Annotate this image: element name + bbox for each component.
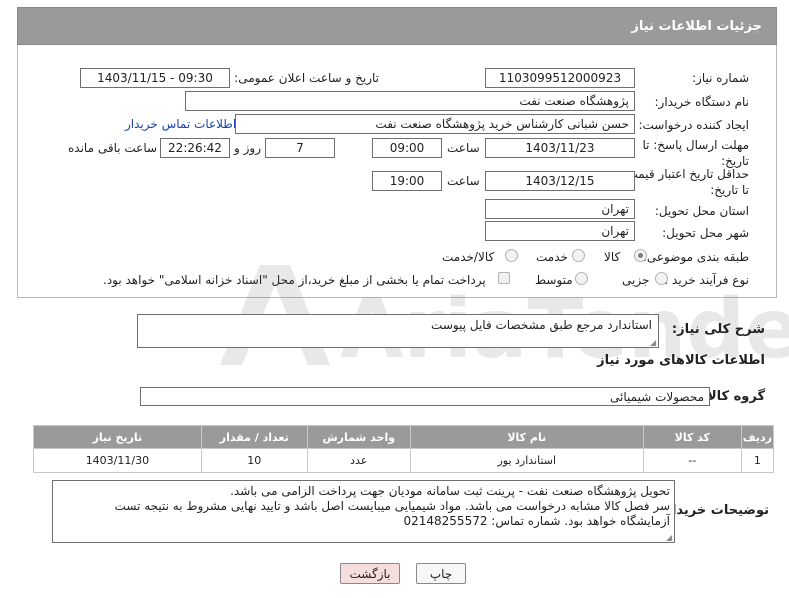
buyer-notes-line: آزمایشگاه خواهد بود. شماره تماس: 0214825… xyxy=(403,514,670,528)
table-row[interactable]: 1 -- استاندارد یور عدد 10 1403/11/30 xyxy=(33,448,775,473)
need-number-field[interactable]: 1103099512000923 xyxy=(485,68,635,88)
cell-row-number: 1 xyxy=(740,448,775,473)
province-label: استان محل تحویل: xyxy=(654,204,749,218)
back-button[interactable]: بازگشت xyxy=(340,563,400,584)
cell-unit: عدد xyxy=(306,448,411,473)
table-header-row: ردیف کد کالا نام کالا واحد شمارش تعداد /… xyxy=(33,425,775,449)
cell-goods-code: -- xyxy=(642,448,742,473)
buyer-notes-line: سر فصل کالا مشابه درخواست می باشد. مواد … xyxy=(114,499,670,513)
panel-title: جزئیات اطلاعات نیاز xyxy=(17,7,777,45)
reply-time-label: ساعت xyxy=(447,141,480,155)
description-label: شرح کلی نیاز: xyxy=(671,322,765,337)
cell-goods-name: استاندارد یور xyxy=(409,448,644,473)
buyer-org-field[interactable]: پژوهشگاه صنعت نفت xyxy=(185,91,635,111)
reply-deadline-label: مهلت ارسال پاسخ: تا تاریخ: xyxy=(642,138,749,168)
col-header-unit: واحد شمارش xyxy=(306,425,411,449)
print-button[interactable]: چاپ xyxy=(416,563,466,584)
col-header-quantity: تعداد / مقدار xyxy=(200,425,308,449)
announce-label: تاریخ و ساعت اعلان عمومی: xyxy=(234,71,379,85)
resize-grip-icon[interactable]: ◢ xyxy=(666,534,674,542)
buyer-notes-textarea[interactable]: تحویل پژوهشگاه صنعت نفت - پرینت ثبت ساما… xyxy=(52,480,675,543)
col-header-row-number: ردیف xyxy=(740,425,775,449)
cell-need-date: 1403/11/30 xyxy=(33,448,202,473)
province-field[interactable]: تهران xyxy=(485,199,635,219)
validity-date-field[interactable]: 1403/12/15 xyxy=(485,171,635,191)
resize-grip-icon[interactable]: ◢ xyxy=(650,339,658,347)
price-validity-label: حداقل تاریخ اعتبار قیمت: تا تاریخ: xyxy=(622,167,749,197)
remaining-label: ساعت باقی مانده xyxy=(68,141,158,155)
description-text: استاندارد مرجع طبق مشخصات فایل پیوست xyxy=(431,318,652,332)
days-label: روز و xyxy=(234,141,261,155)
reply-time-field[interactable]: 09:00 xyxy=(372,138,442,158)
city-label: شهر محل تحویل: xyxy=(662,226,749,240)
cell-quantity: 10 xyxy=(200,448,308,473)
buyer-notes-label: توضیحات خریدار: xyxy=(659,503,769,518)
city-field[interactable]: تهران xyxy=(485,221,635,241)
description-textarea[interactable]: استاندارد مرجع طبق مشخصات فایل پیوست ◢ xyxy=(137,314,659,348)
goods-group-field[interactable]: محصولات شیمیائی xyxy=(140,387,710,406)
reply-date-field[interactable]: 1403/11/23 xyxy=(485,138,635,158)
creator-label: ایجاد کننده درخواست: xyxy=(638,118,749,132)
goods-section-title: اطلاعات کالاهای مورد نیاز xyxy=(597,353,765,368)
announce-field[interactable]: 1403/11/15 - 09:30 xyxy=(80,68,230,88)
reply-days-field[interactable]: 7 xyxy=(265,138,335,158)
buyer-org-label: نام دستگاه خریدار: xyxy=(654,95,750,109)
remaining-time-field[interactable]: 22:26:42 xyxy=(160,138,230,158)
validity-time-label: ساعت xyxy=(447,174,480,188)
col-header-need-date: تاریخ نیاز xyxy=(33,425,202,449)
buyer-notes-line: تحویل پژوهشگاه صنعت نفت - پرینت ثبت ساما… xyxy=(230,484,670,498)
validity-time-field[interactable]: 19:00 xyxy=(372,171,442,191)
col-header-goods-name: نام کالا xyxy=(409,425,644,449)
col-header-goods-code: کد کالا xyxy=(642,425,742,449)
goods-group-label: گروه کالا: xyxy=(701,389,765,404)
goods-table: ردیف کد کالا نام کالا واحد شمارش تعداد /… xyxy=(33,425,775,473)
creator-field[interactable]: حسن شبانی کارشناس خرید پژوهشگاه صنعت نفت xyxy=(235,114,635,134)
need-number-label: شماره نیاز: xyxy=(692,71,749,85)
buyer-contact-link[interactable]: اطلاعات تماس خریدار xyxy=(125,117,236,131)
